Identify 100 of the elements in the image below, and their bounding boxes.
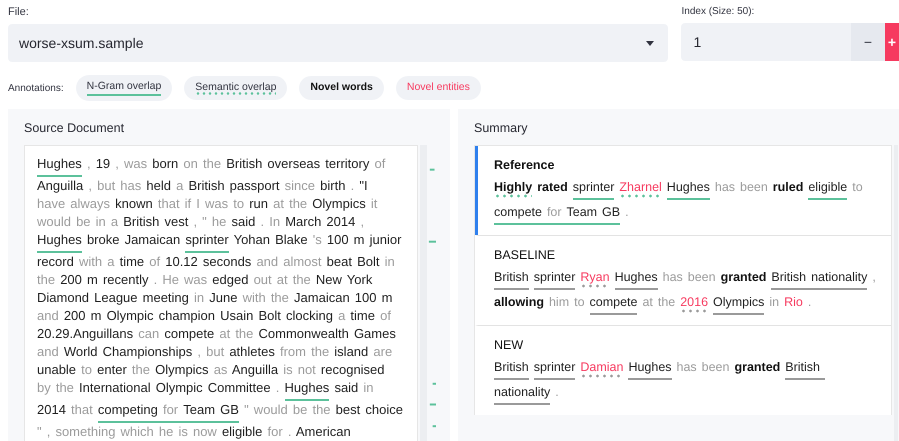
file-select[interactable]: worse-xsum.sample [8,24,668,62]
text-token: sprinter [534,359,576,380]
text-token: . [808,295,812,309]
text-token: World Championships [64,344,192,359]
text-token: Hughes [628,359,672,380]
text-token: can [138,326,160,341]
text-token: granted [734,360,780,374]
text-token: run [249,196,268,211]
text-token: known [115,196,153,211]
text-token: " would be the [244,402,331,417]
text-token: him to [548,295,585,309]
text-token: edged [212,272,248,287]
file-label: File: [8,6,30,18]
text-token: , was [115,156,148,171]
text-token: Anguilla [232,362,278,377]
text-token: and [37,308,59,323]
text-token: to [81,362,92,377]
text-token: out at the [254,272,311,287]
text-token: . [555,385,559,399]
text-token: it [370,196,378,211]
text-token: held [146,178,171,193]
text-token: recognised [320,362,385,377]
text-token: competing [98,402,163,423]
text-token: choice [365,402,403,417]
text-token: . He was [154,272,208,287]
text-token: Olympics [713,294,764,315]
text-token: March 2014 [285,214,356,229]
text-token: a [338,308,346,323]
text-token: sprinter [185,232,229,253]
text-token: granted [720,270,766,284]
text-token: . [350,178,354,193]
text-token: island [334,344,368,359]
text-token: in [363,380,374,395]
increment-button[interactable]: + [885,23,899,61]
text-token: of [374,156,386,171]
text-token: for [546,204,567,225]
text-token: Highly [494,179,532,198]
text-token: 10.12 seconds [165,254,252,269]
text-token: the [37,272,56,287]
text-token: Anguilla [37,178,84,193]
text-token: Diamond League meeting [37,290,189,305]
index-field[interactable]: 1 [681,23,851,61]
text-token: of [149,254,160,269]
text-token: compete [590,294,638,315]
text-token: Olympics [312,196,366,211]
text-token: British [494,269,529,290]
text-token: Damian [580,359,624,378]
text-token: beat Bolt [326,254,380,269]
text-token: the [132,362,150,377]
text-token: on the [183,156,222,171]
text-token: at the [642,295,676,309]
text-token: time [350,308,375,323]
text-token: Ryan [580,269,610,288]
text-token: to [852,180,863,194]
text-token: British [494,359,529,380]
text-token: have always [37,196,110,211]
text-token: that if I was to [158,196,244,211]
annotation-toggle[interactable]: N-Gram overlap [76,75,172,101]
scrollbar[interactable] [420,145,427,441]
text-token: British vest [123,214,188,229]
text-token: broke Jamaican [86,232,180,247]
text-token: a [176,178,184,193]
text-token: allowing [494,295,544,309]
text-token: time [120,254,144,269]
text-token: athletes [229,344,275,359]
text-token: American [296,424,351,439]
text-token: . [625,205,629,219]
text-token: 's [312,232,322,247]
text-token: Jamaican 100 m [294,290,392,305]
summary-title: BASELINE [494,248,556,262]
text-token: 19 [96,156,110,171]
text-token: sprinter [572,179,614,200]
text-token: compete [164,326,214,341]
text-token: Hughes [614,269,658,290]
panel-title: Summary [474,121,528,135]
text-token: 20.29.Anguillans [37,326,134,341]
text-token: Team GB [183,402,239,423]
text-token: with a [78,254,114,269]
text-token: 2014 [37,402,66,417]
text-token: for . [268,424,292,439]
decrement-button[interactable]: − [851,23,885,61]
annotation-toggle[interactable]: Semantic overlap [184,76,288,100]
index-label: Index (Size: 50): [681,6,756,17]
text-token: eligible [808,179,848,200]
text-token: of [380,308,391,323]
text-token: sprinter [534,269,576,290]
text-token: , [872,270,876,284]
text-token: said [232,214,256,229]
text-token: would be in a [37,214,118,229]
text-token: best [336,402,360,417]
text-token: Hughes [37,156,82,177]
text-token: has been [676,360,730,374]
annotation-toggle[interactable]: Novel words [299,76,384,100]
text-token: , " he [193,214,226,229]
text-token: 2016 [680,294,708,313]
text-token: . [276,380,280,395]
text-token: 100 m junior [326,232,402,247]
text-token: eligible [222,424,262,439]
text-token: has been [714,180,768,194]
text-token: are [373,344,392,359]
